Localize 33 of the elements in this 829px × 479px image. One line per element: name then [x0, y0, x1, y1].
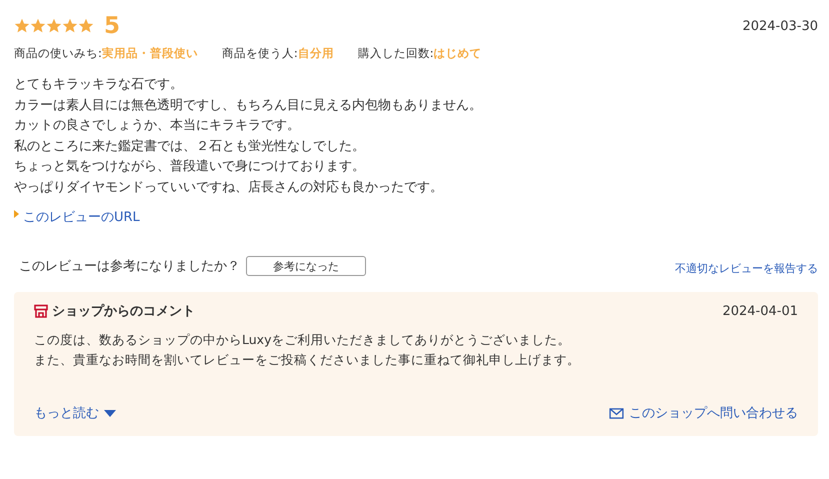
- helpful-question: このレビューは参考になりましたか？: [19, 258, 240, 275]
- review-text: とてもキラッキラな石です。: [14, 76, 184, 94]
- star-icon: [78, 18, 94, 34]
- attribute-label: 商品を使う人:: [222, 46, 298, 60]
- attribute-value: 実用品・普段使い: [102, 46, 198, 60]
- attribute-value: はじめて: [434, 46, 482, 60]
- mail-icon: [609, 408, 624, 418]
- report-link[interactable]: 不適切なレビューを報告する: [675, 261, 818, 276]
- comment-date: 2024-04-01: [722, 304, 798, 318]
- star-icon: [62, 18, 78, 34]
- star-icon: [30, 18, 46, 34]
- review-text: カットの良さでしょうか、本当にキラキラです。: [14, 117, 301, 135]
- attribute-label: 商品の使いみち:: [14, 46, 102, 60]
- shop-icon: [34, 304, 48, 318]
- attribute-label: 購入した回数:: [358, 46, 434, 60]
- review-text: ちょっと気をつけながら、普段遣いで身につけております。: [14, 158, 366, 176]
- star-icon: [14, 18, 30, 34]
- review-text: 私のところに来た鑑定書では、２石とも蛍光性なしでした。: [14, 138, 366, 156]
- review-text: カラーは素人目には無色透明ですし、もちろん目に見える内包物もありません。: [14, 96, 483, 114]
- comment-text: この度は、数あるショップの中からLuxyをご利用いただきましてありがとうございました。: [34, 331, 572, 349]
- contact-shop-link[interactable]: このショップへ問い合わせる: [609, 404, 798, 422]
- review-date: 2024-03-30: [742, 18, 818, 34]
- triangle-icon: [14, 210, 19, 218]
- attribute-value: 自分用: [298, 46, 334, 60]
- comment-title: ショップからのコメント: [52, 302, 195, 320]
- helpful-button[interactable]: 参考になった: [246, 256, 366, 276]
- review-url-link[interactable]: このレビューのURL: [23, 208, 140, 226]
- read-more-link[interactable]: もっと読む: [34, 404, 116, 422]
- star-icon: [46, 18, 62, 34]
- rating-value: 5: [104, 13, 120, 39]
- review-text: やっぱりダイヤモンドっていいですね、店長さんの対応も良かったです。: [14, 178, 444, 196]
- comment-text: また、貴重なお時間を割いてレビューをご投稿くださいました事に重ねて御礼申し上げます。: [34, 351, 581, 369]
- caret-icon: [104, 410, 116, 416]
